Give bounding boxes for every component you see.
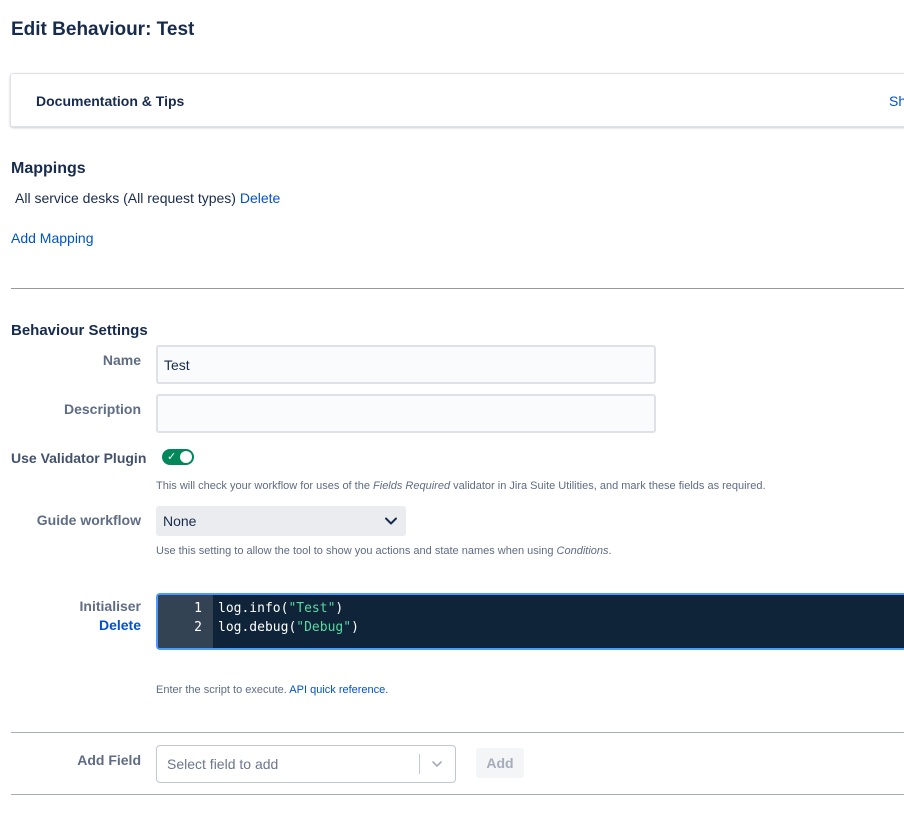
select-separator <box>419 754 420 774</box>
guide-workflow-help-emphasis: Conditions <box>556 545 609 557</box>
name-label: Name <box>102 352 141 368</box>
guide-workflow-value: None <box>163 513 197 529</box>
initialiser-label: Initialiser <box>79 598 141 614</box>
check-icon: ✓ <box>167 451 177 463</box>
initialiser-delete-link[interactable]: Delete <box>11 617 141 633</box>
editor-gutter: 1 2 <box>158 595 213 648</box>
guide-workflow-help-text: Use this setting to allow the tool to sh… <box>156 545 612 557</box>
add-mapping-link[interactable]: Add Mapping <box>11 230 94 246</box>
add-field-label: Add Field <box>77 752 141 768</box>
validator-help-emphasis: Fields Required <box>373 480 451 492</box>
guide-workflow-label: Guide workflow <box>36 512 141 528</box>
code-token: ) <box>335 601 344 616</box>
validator-help-suffix: validator in Jira Suite Utilities, and m… <box>450 480 766 492</box>
validator-label: Use Validator Plugin <box>11 450 147 466</box>
initialiser-code-editor[interactable]: 1 2 log.info("Test") log.debug("Debug") <box>156 593 904 650</box>
chevron-down-icon <box>385 517 397 525</box>
mappings-title: Mappings <box>11 160 86 177</box>
section-divider <box>11 288 904 289</box>
section-divider <box>11 732 904 733</box>
api-reference-link[interactable]: API quick reference. <box>289 684 388 696</box>
documentation-title: Documentation & Tips <box>36 93 185 109</box>
validator-help-text: This will check your workflow for uses o… <box>156 480 766 492</box>
add-field-select[interactable]: Select field to add <box>156 745 456 783</box>
mapping-item-text: All service desks (All request types) <box>15 190 236 206</box>
code-line[interactable]: log.info("Test") <box>218 601 343 616</box>
mapping-item: All service desks (All request types) De… <box>15 190 280 206</box>
guide-workflow-help-suffix: . <box>608 545 612 557</box>
toggle-knob <box>180 451 192 463</box>
line-number: 2 <box>194 620 202 635</box>
description-label: Description <box>63 401 141 417</box>
line-number: 1 <box>194 601 202 616</box>
guide-workflow-help-prefix: Use this setting to allow the tool to sh… <box>156 545 557 557</box>
mapping-delete-link[interactable]: Delete <box>240 190 280 206</box>
code-token: log.info( <box>218 601 289 616</box>
initialiser-help-text: Enter the script to execute. API quick r… <box>156 684 388 696</box>
behaviour-settings-title: Behaviour Settings <box>11 322 148 339</box>
code-line[interactable]: log.debug("Debug") <box>218 620 359 635</box>
code-string: "Test" <box>288 601 336 616</box>
add-field-button[interactable]: Add <box>476 748 524 778</box>
documentation-toggle-link[interactable]: Sh <box>889 93 904 109</box>
code-token: log.debug( <box>218 620 297 635</box>
documentation-panel[interactable]: Documentation & Tips Sh <box>10 73 904 127</box>
validator-toggle[interactable]: ✓ <box>162 449 194 465</box>
name-input[interactable] <box>156 345 656 384</box>
chevron-down-icon[interactable] <box>429 756 445 772</box>
section-divider <box>11 794 904 795</box>
add-field-placeholder: Select field to add <box>167 756 279 772</box>
code-string: "Debug" <box>296 620 352 635</box>
initialiser-help-prefix: Enter the script to execute. <box>156 684 290 696</box>
guide-workflow-select[interactable]: None <box>156 506 406 536</box>
page-title: Edit Behaviour: Test <box>11 19 195 40</box>
validator-help-prefix: This will check your workflow for uses o… <box>156 480 374 492</box>
code-token: ) <box>351 620 359 635</box>
description-input[interactable] <box>156 394 656 433</box>
